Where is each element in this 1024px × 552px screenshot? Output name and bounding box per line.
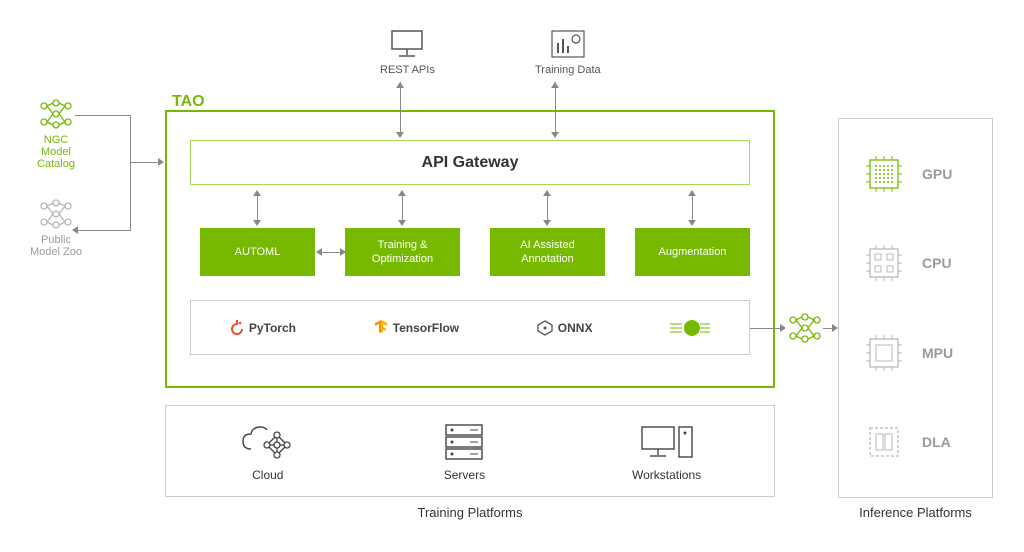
ngc-model-catalog: NGC Model Catalog — [30, 98, 82, 170]
servers-label: Servers — [442, 468, 486, 482]
dla-target: DLA — [839, 422, 992, 462]
workstations-label: Workstations — [632, 468, 701, 482]
cloud-platform: Cloud — [239, 420, 297, 482]
cpu-label: CPU — [922, 255, 952, 271]
arrow-automl-training — [320, 252, 340, 253]
gpu-chip-icon — [864, 154, 904, 194]
training-data-input: Training Data — [535, 28, 601, 76]
arrow-rest-to-gateway — [400, 82, 401, 132]
training-platforms-box: Cloud Servers Workstations — [165, 405, 775, 497]
augmentation-block: Augmentation — [635, 228, 750, 276]
gpu-target: GPU — [839, 154, 992, 194]
training-optimization-block: Training & Optimization — [345, 228, 460, 276]
frameworks-row: PyTorch TensorFlow ONNX — [190, 300, 750, 355]
automl-block: AUTOML — [200, 228, 315, 276]
pytorch-icon — [230, 320, 244, 336]
mpu-label: MPU — [922, 345, 953, 361]
mpu-target: MPU — [839, 333, 992, 373]
api-gateway-box: API Gateway — [190, 140, 750, 185]
cloud-network-icon — [239, 420, 297, 462]
tensorrt-icon — [670, 318, 710, 338]
inference-platforms-box: GPU CPU MPU DLA — [838, 118, 993, 498]
gpu-label: GPU — [922, 166, 952, 182]
workstations-platform: Workstations — [632, 420, 701, 482]
neural-net-icon — [36, 198, 76, 230]
onnx-icon — [537, 320, 553, 336]
training-platforms-label: Training Platforms — [165, 505, 775, 520]
rest-apis-label: REST APIs — [380, 64, 435, 76]
arrow-models-to-tao — [130, 162, 158, 163]
chart-icon — [547, 28, 589, 60]
onnx-framework: ONNX — [537, 320, 593, 336]
neural-net-icon — [36, 98, 76, 130]
servers-platform: Servers — [442, 420, 486, 482]
tao-title: TAO — [172, 93, 205, 111]
ngc-label: NGC Model Catalog — [30, 134, 82, 170]
api-gateway-label: API Gateway — [422, 154, 519, 172]
mpu-chip-icon — [864, 333, 904, 373]
training-data-label: Training Data — [535, 64, 601, 76]
arrow-data-to-gateway — [555, 82, 556, 132]
cpu-target: CPU — [839, 243, 992, 283]
pytorch-framework: PyTorch — [230, 320, 296, 336]
server-rack-icon — [442, 420, 486, 462]
inference-platforms-label: Inference Platforms — [838, 505, 993, 520]
arrow-frameworks-to-model — [750, 328, 783, 329]
cloud-label: Cloud — [239, 468, 297, 482]
workstation-icon — [632, 420, 701, 462]
cpu-chip-icon — [864, 243, 904, 283]
rest-apis-input: REST APIs — [380, 28, 435, 76]
zoo-label: Public Model Zoo — [30, 234, 82, 258]
tensorrt-framework — [670, 318, 710, 338]
ai-assisted-annotation-block: AI Assisted Annotation — [490, 228, 605, 276]
tensorflow-icon — [374, 320, 388, 336]
neural-net-output-icon — [785, 312, 825, 349]
tensorflow-framework: TensorFlow — [374, 320, 459, 336]
dla-chip-icon — [864, 422, 904, 462]
monitor-icon — [386, 28, 428, 60]
dla-label: DLA — [922, 434, 951, 450]
